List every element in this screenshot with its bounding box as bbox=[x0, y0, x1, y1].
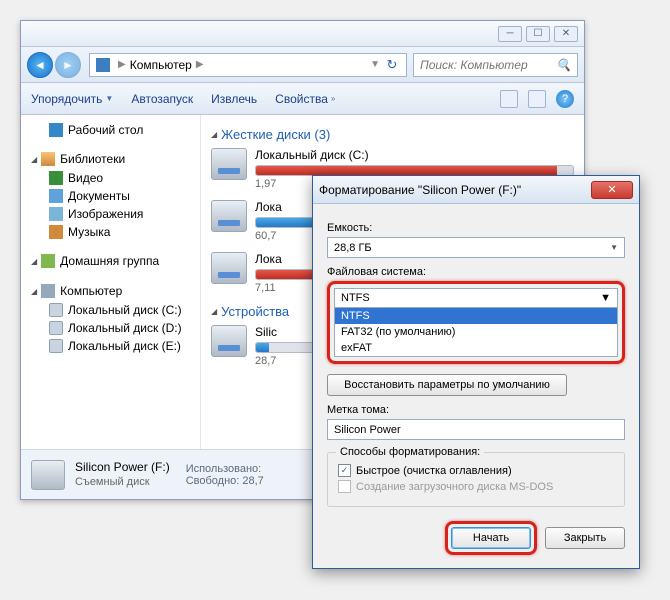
volume-label-value: Silicon Power bbox=[334, 424, 401, 436]
navigation-sidebar: Рабочий стол ◢Библиотеки Видео Документы… bbox=[21, 115, 201, 449]
volume-label-input[interactable]: Silicon Power bbox=[327, 419, 625, 440]
libraries-icon bbox=[41, 152, 55, 166]
capacity-value: 28,8 ГБ bbox=[334, 242, 372, 254]
drive-icon bbox=[211, 325, 247, 357]
breadcrumb[interactable]: ▶ Компьютер ▶ ▼ ↻ bbox=[89, 53, 407, 77]
close-dialog-button[interactable]: Закрыть bbox=[545, 527, 625, 549]
nav-forward-button[interactable]: ► bbox=[55, 52, 81, 78]
capacity-label: Емкость: bbox=[327, 222, 625, 234]
toolbar: Упорядочить▼ Автозапуск Извлечь Свойства… bbox=[21, 83, 584, 115]
sidebar-item-music[interactable]: Музыка bbox=[25, 223, 196, 241]
filesystem-dropdown-list: NTFS FAT32 (по умолчанию) exFAT bbox=[334, 308, 618, 357]
filesystem-selected: NTFS bbox=[341, 292, 370, 304]
filesystem-highlight: NTFS ▼ NTFS FAT32 (по умолчанию) exFAT bbox=[327, 281, 625, 364]
title-bar: ─ ☐ ✕ bbox=[21, 21, 584, 47]
collapse-icon: ◢ bbox=[211, 130, 217, 139]
dialog-title-bar[interactable]: Форматирование "Silicon Power (F:)" ✕ bbox=[313, 176, 639, 204]
quick-format-checkbox[interactable]: ✓ Быстрое (очистка оглавления) bbox=[338, 464, 614, 477]
sidebar-group-computer[interactable]: ◢Компьютер bbox=[25, 281, 196, 301]
status-used-label: Использовано: bbox=[186, 463, 262, 475]
properties-button[interactable]: Свойства» bbox=[275, 92, 335, 106]
organize-menu[interactable]: Упорядочить▼ bbox=[31, 92, 113, 106]
sidebar-item-drive-e[interactable]: Локальный диск (E:) bbox=[25, 337, 196, 355]
maximize-button[interactable]: ☐ bbox=[526, 26, 550, 42]
filesystem-option-fat32[interactable]: FAT32 (по умолчанию) bbox=[335, 324, 617, 340]
drive-icon bbox=[31, 460, 65, 490]
status-free-label: Свободно: bbox=[186, 475, 240, 487]
collapse-icon: ◢ bbox=[31, 155, 37, 164]
sidebar-item-drive-c[interactable]: Локальный диск (C:) bbox=[25, 301, 196, 319]
collapse-icon: ◢ bbox=[211, 307, 217, 316]
search-icon: 🔍 bbox=[556, 58, 571, 72]
group-title: Способы форматирования: bbox=[336, 446, 484, 458]
drive-icon bbox=[49, 321, 63, 335]
checkbox-icon bbox=[338, 480, 351, 493]
search-input[interactable]: Поиск: Компьютер 🔍 bbox=[413, 53, 578, 77]
video-icon bbox=[49, 171, 63, 185]
sidebar-item-desktop[interactable]: Рабочий стол bbox=[25, 121, 196, 139]
address-bar: ◄ ► ▶ Компьютер ▶ ▼ ↻ Поиск: Компьютер 🔍 bbox=[21, 47, 584, 83]
chevron-down-icon: ▼ bbox=[610, 243, 618, 252]
homegroup-icon bbox=[41, 254, 55, 268]
refresh-icon[interactable]: ↻ bbox=[384, 57, 400, 73]
chevron-down-icon: ▼ bbox=[600, 292, 611, 304]
desktop-icon bbox=[49, 123, 63, 137]
help-button[interactable]: ? bbox=[556, 90, 574, 108]
preview-pane-button[interactable] bbox=[528, 90, 546, 108]
breadcrumb-item[interactable]: Компьютер bbox=[130, 58, 192, 72]
sidebar-item-images[interactable]: Изображения bbox=[25, 205, 196, 223]
chevron-right-icon: ▶ bbox=[196, 59, 204, 70]
start-button-highlight: Начать bbox=[445, 521, 537, 555]
capacity-select[interactable]: 28,8 ГБ ▼ bbox=[327, 237, 625, 258]
filesystem-option-exfat[interactable]: exFAT bbox=[335, 340, 617, 356]
drive-icon bbox=[211, 200, 247, 232]
dialog-title: Форматирование "Silicon Power (F:)" bbox=[319, 183, 521, 197]
drive-icon bbox=[49, 339, 63, 353]
msdos-boot-checkbox: Создание загрузочного диска MS-DOS bbox=[338, 480, 614, 493]
format-dialog: Форматирование "Silicon Power (F:)" ✕ Ем… bbox=[312, 175, 640, 569]
filesystem-label: Файловая система: bbox=[327, 266, 625, 278]
status-drive-type: Съемный диск bbox=[75, 475, 170, 489]
start-button[interactable]: Начать bbox=[451, 527, 531, 549]
chevron-right-icon: » bbox=[331, 94, 335, 103]
drive-name: Локальный диск (C:) bbox=[255, 148, 574, 162]
chevron-down-icon: ▼ bbox=[105, 94, 113, 103]
section-hard-drives[interactable]: ◢Жесткие диски (3) bbox=[211, 127, 574, 142]
chevron-right-icon: ▶ bbox=[118, 59, 126, 70]
chevron-down-icon[interactable]: ▼ bbox=[370, 59, 380, 70]
sidebar-item-drive-d[interactable]: Локальный диск (D:) bbox=[25, 319, 196, 337]
status-free-value: 28,7 bbox=[242, 475, 263, 487]
images-icon bbox=[49, 207, 63, 221]
collapse-icon: ◢ bbox=[31, 287, 37, 296]
close-button[interactable]: ✕ bbox=[591, 181, 633, 199]
drive-icon bbox=[49, 303, 63, 317]
autoplay-button[interactable]: Автозапуск bbox=[131, 92, 193, 106]
computer-icon bbox=[41, 284, 55, 298]
view-options-button[interactable] bbox=[500, 90, 518, 108]
music-icon bbox=[49, 225, 63, 239]
collapse-icon: ◢ bbox=[31, 257, 37, 266]
status-drive-name: Silicon Power (F:) bbox=[75, 460, 170, 476]
drive-icon bbox=[211, 148, 247, 180]
documents-icon bbox=[49, 189, 63, 203]
close-button[interactable]: ✕ bbox=[554, 26, 578, 42]
eject-button[interactable]: Извлечь bbox=[211, 92, 257, 106]
filesystem-option-ntfs[interactable]: NTFS bbox=[335, 308, 617, 324]
nav-back-button[interactable]: ◄ bbox=[27, 52, 53, 78]
format-methods-group: Способы форматирования: ✓ Быстрое (очист… bbox=[327, 452, 625, 507]
sidebar-group-libraries[interactable]: ◢Библиотеки bbox=[25, 149, 196, 169]
sidebar-item-documents[interactable]: Документы bbox=[25, 187, 196, 205]
search-placeholder: Поиск: Компьютер bbox=[420, 58, 528, 72]
filesystem-select[interactable]: NTFS ▼ bbox=[334, 288, 618, 308]
drive-icon bbox=[211, 252, 247, 284]
sidebar-group-homegroup[interactable]: ◢Домашняя группа bbox=[25, 251, 196, 271]
restore-defaults-button[interactable]: Восстановить параметры по умолчанию bbox=[327, 374, 567, 396]
minimize-button[interactable]: ─ bbox=[498, 26, 522, 42]
computer-icon bbox=[96, 58, 110, 72]
checkbox-icon: ✓ bbox=[338, 464, 351, 477]
volume-label-label: Метка тома: bbox=[327, 404, 625, 416]
sidebar-item-video[interactable]: Видео bbox=[25, 169, 196, 187]
